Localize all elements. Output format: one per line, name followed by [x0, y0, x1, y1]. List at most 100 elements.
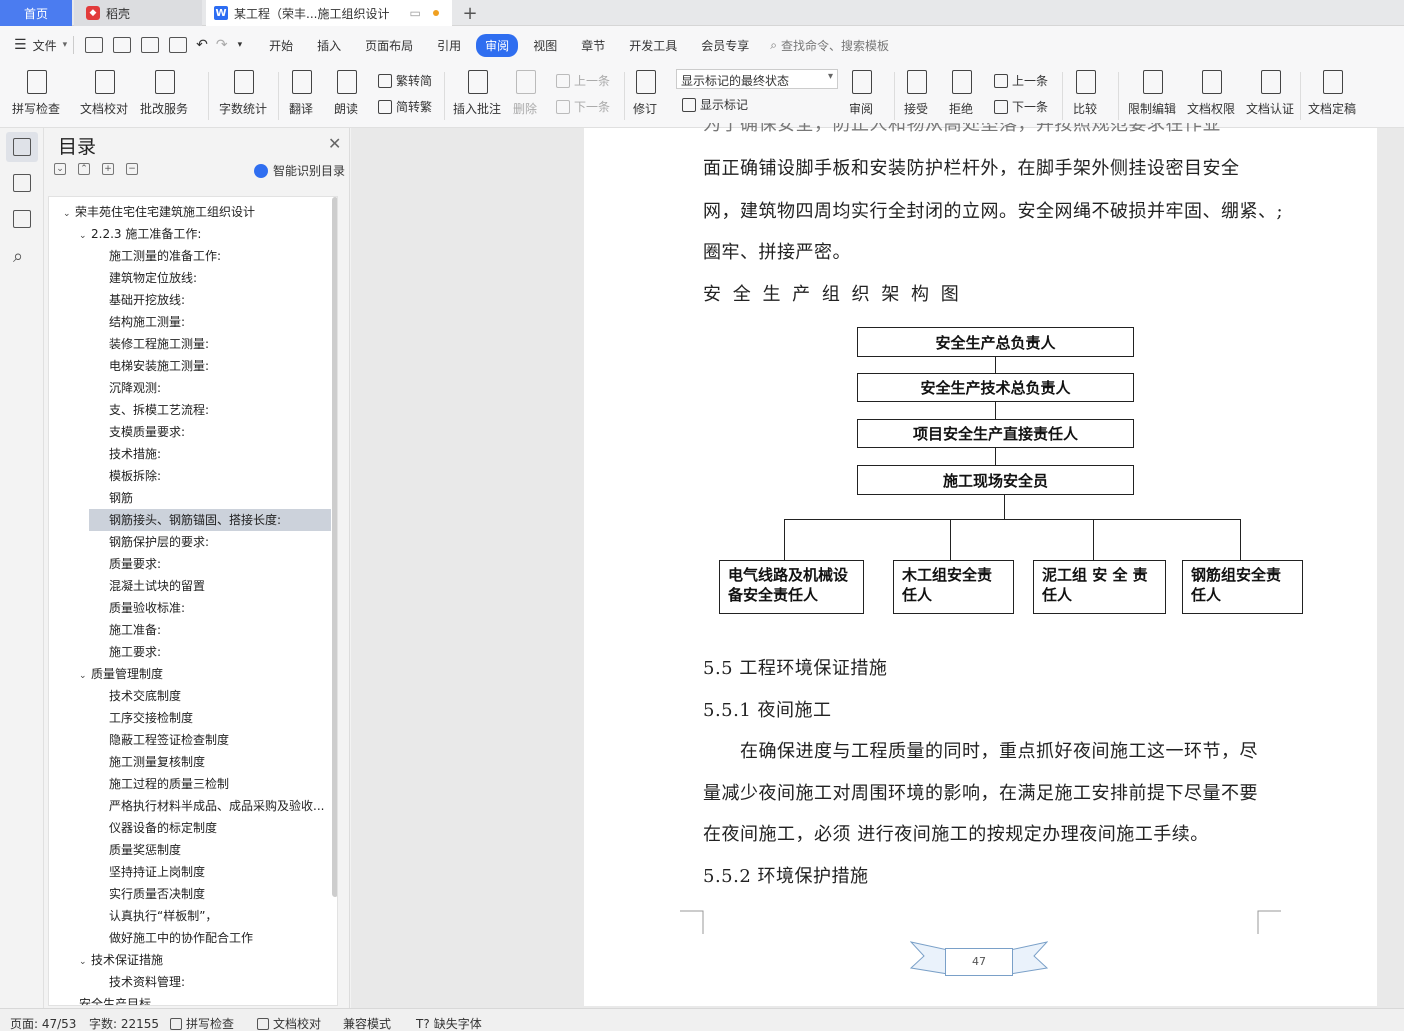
remove-icon[interactable]: −: [126, 163, 138, 175]
menu-chapter[interactable]: 章节: [572, 34, 614, 57]
save-icon[interactable]: [85, 37, 104, 53]
trad-to-simp-button[interactable]: 繁转简: [378, 72, 432, 89]
word-count-button[interactable]: 字数统计: [219, 68, 267, 117]
menu-insert[interactable]: 插入: [308, 34, 350, 57]
prev-change-button[interactable]: 上一条: [994, 72, 1048, 89]
page-indicator[interactable]: 页面: 47/53: [10, 1015, 76, 1031]
toc-item[interactable]: ⌄ 技术保证措施: [49, 949, 331, 971]
export-icon[interactable]: [113, 37, 132, 53]
markup-mode-select[interactable]: 显示标记的最终状态: [676, 69, 838, 89]
translate-button[interactable]: 翻译: [288, 68, 314, 117]
toc-item[interactable]: 严格执行材料半成品、成品采购及验收...: [49, 795, 331, 817]
redo-icon[interactable]: ↷: [216, 37, 228, 53]
menu-layout[interactable]: 页面布局: [356, 34, 422, 57]
screen-icon[interactable]: ▭: [409, 6, 420, 20]
review-pane-button[interactable]: 审阅: [848, 68, 874, 117]
toc-item[interactable]: 装修工程施工测量:: [49, 333, 331, 355]
chevron-down-icon[interactable]: ⌄: [79, 951, 91, 971]
next-change-button[interactable]: 下一条: [994, 98, 1048, 115]
toc-item[interactable]: 施工要求:: [49, 641, 331, 663]
chevron-down-icon[interactable]: ▾: [63, 40, 68, 50]
delete-comment-button[interactable]: 删除: [512, 68, 538, 117]
toc-item[interactable]: ⌄ 2.2.3 施工准备工作:: [49, 223, 331, 245]
toc-item[interactable]: 钢筋保护层的要求:: [49, 531, 331, 553]
missing-font-button[interactable]: T? 缺失字体: [416, 1015, 482, 1031]
collapse-icon[interactable]: ⌄: [54, 163, 66, 175]
new-tab-button[interactable]: +: [452, 0, 488, 26]
toc-item[interactable]: 坚持持证上岗制度: [49, 861, 331, 883]
toc-scrollbar[interactable]: [332, 197, 337, 897]
toc-item[interactable]: 认真执行“样板制”，: [49, 905, 331, 927]
toc-item[interactable]: 混凝土试块的留置: [49, 575, 331, 597]
menu-view[interactable]: 视图: [524, 34, 566, 57]
toc-item[interactable]: 建筑物定位放线:: [49, 267, 331, 289]
simp-to-trad-button[interactable]: 简转繁: [378, 98, 432, 115]
smart-toc-button[interactable]: 智能识别目录: [254, 162, 345, 179]
toc-icon[interactable]: [13, 138, 31, 156]
tab-document[interactable]: W 某工程（荣丰...施工组织设计 ▭: [206, 0, 452, 26]
spell-check-button[interactable]: 拼写检查: [12, 68, 60, 117]
toc-item[interactable]: 模板拆除:: [49, 465, 331, 487]
toc-item[interactable]: 结构施工测量:: [49, 311, 331, 333]
menu-reference[interactable]: 引用: [428, 34, 470, 57]
menu-developer[interactable]: 开发工具: [620, 34, 686, 57]
menu-start[interactable]: 开始: [260, 34, 302, 57]
toc-item[interactable]: 支模质量要求:: [49, 421, 331, 443]
command-search[interactable]: ⌕ 查找命令、搜索模板: [770, 37, 889, 54]
status-spell-check[interactable]: 拼写检查: [170, 1015, 234, 1031]
toc-item[interactable]: 质量奖惩制度: [49, 839, 331, 861]
toc-item[interactable]: 安全生产目标: [49, 993, 331, 1005]
toc-item[interactable]: 隐蔽工程签证检查制度: [49, 729, 331, 751]
preview-icon[interactable]: [169, 37, 188, 53]
menu-member[interactable]: 会员专享: [692, 34, 758, 57]
next-comment-button[interactable]: 下一条: [556, 98, 610, 115]
prev-comment-button[interactable]: 上一条: [556, 72, 610, 89]
toc-item[interactable]: 实行质量否决制度: [49, 883, 331, 905]
toc-item[interactable]: 施工过程的质量三检制: [49, 773, 331, 795]
toc-item[interactable]: 施工测量的准备工作:: [49, 245, 331, 267]
restrict-edit-button[interactable]: 限制编辑: [1128, 68, 1176, 117]
status-doc-proof[interactable]: 文档校对: [257, 1015, 321, 1031]
toc-item[interactable]: 支、拆模工艺流程:: [49, 399, 331, 421]
toc-item[interactable]: ⌄ 质量管理制度: [49, 663, 331, 685]
doc-permission-button[interactable]: 文档权限: [1187, 68, 1235, 117]
batch-service-button[interactable]: 批改服务: [140, 68, 188, 117]
chevron-down-icon[interactable]: ⌄: [79, 225, 91, 245]
toc-item[interactable]: 质量验收标准:: [49, 597, 331, 619]
add-icon[interactable]: +: [102, 163, 114, 175]
quick-access-more-icon[interactable]: ▾: [238, 40, 243, 50]
toc-item[interactable]: 工序交接检制度: [49, 707, 331, 729]
show-markup-button[interactable]: 显示标记: [682, 96, 748, 113]
toc-item[interactable]: 钢筋接头、钢筋锚固、搭接长度:: [89, 509, 331, 531]
menu-review[interactable]: 审阅: [476, 33, 519, 57]
expand-icon[interactable]: ⌃: [78, 163, 90, 175]
doc-cert-button[interactable]: 文档认证: [1246, 68, 1294, 117]
finalize-button[interactable]: 文档定稿: [1308, 68, 1356, 117]
compare-button[interactable]: 比较: [1072, 68, 1098, 117]
toc-item[interactable]: 施工测量复核制度: [49, 751, 331, 773]
print-icon[interactable]: [141, 37, 160, 53]
file-menu[interactable]: 文件: [33, 37, 57, 54]
doc-proof-button[interactable]: 文档校对: [80, 68, 128, 117]
toc-item[interactable]: 技术交底制度: [49, 685, 331, 707]
toc-item[interactable]: 仪器设备的标定制度: [49, 817, 331, 839]
chevron-down-icon[interactable]: ⌄: [63, 203, 75, 223]
toc-item[interactable]: 钢筋: [49, 487, 331, 509]
toc-item[interactable]: 电梯安装施工测量:: [49, 355, 331, 377]
chapter-icon[interactable]: [13, 174, 31, 192]
tab-home[interactable]: 首页: [0, 0, 72, 26]
undo-icon[interactable]: ↶: [196, 37, 208, 53]
search-icon[interactable]: ⌕: [13, 246, 23, 267]
toc-item[interactable]: 技术资料管理:: [49, 971, 331, 993]
insert-comment-button[interactable]: 插入批注: [453, 68, 501, 117]
toc-item[interactable]: 沉降观测:: [49, 377, 331, 399]
chevron-down-icon[interactable]: ⌄: [79, 665, 91, 685]
toc-item[interactable]: 技术措施:: [49, 443, 331, 465]
close-icon[interactable]: ✕: [328, 134, 341, 153]
bookmark-icon[interactable]: [13, 210, 31, 228]
read-aloud-button[interactable]: 朗读: [333, 68, 359, 117]
revise-button[interactable]: 修订: [632, 68, 658, 117]
toc-item[interactable]: 质量要求:: [49, 553, 331, 575]
reject-button[interactable]: 拒绝: [948, 68, 974, 117]
toc-item[interactable]: 做好施工中的协作配合工作: [49, 927, 331, 949]
